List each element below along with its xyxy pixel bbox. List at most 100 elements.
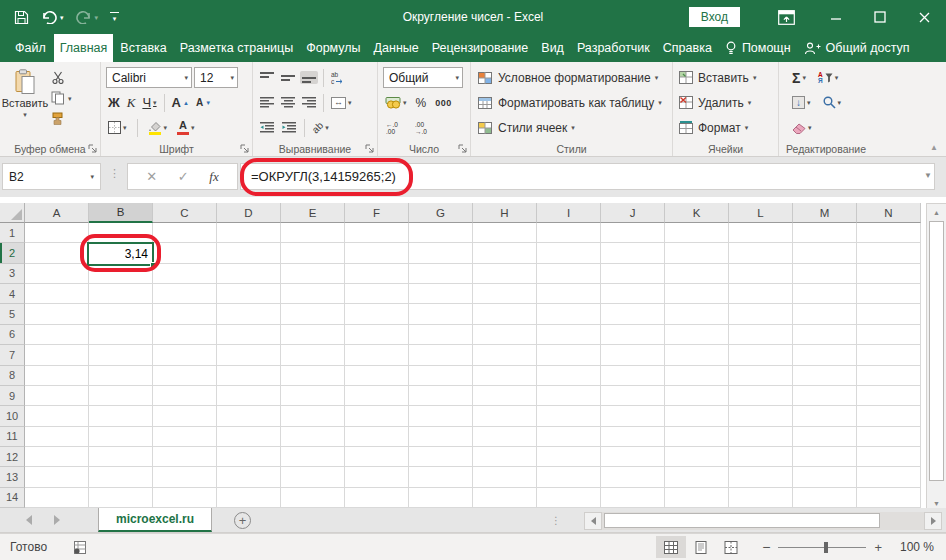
cell-F13[interactable] — [345, 467, 409, 487]
cut-button[interactable] — [49, 70, 74, 85]
paste-button[interactable]: Вставить ▾ — [1, 65, 49, 139]
cell-H5[interactable] — [473, 304, 537, 324]
collapse-ribbon-icon[interactable]: ▲ — [930, 143, 938, 152]
select-all-corner[interactable] — [0, 203, 25, 223]
clear-button[interactable]: ▾ — [790, 121, 814, 135]
cell-C12[interactable] — [153, 447, 217, 467]
cell-M3[interactable] — [793, 264, 857, 284]
cell-H8[interactable] — [473, 366, 537, 386]
zoom-slider[interactable] — [778, 547, 866, 548]
cell-K5[interactable] — [665, 304, 729, 324]
cell-G5[interactable] — [409, 304, 473, 324]
increase-indent-button[interactable] — [280, 121, 299, 134]
column-header-G[interactable]: G — [409, 203, 473, 223]
cell-G13[interactable] — [409, 467, 473, 487]
cancel-formula-icon[interactable]: ✕ — [146, 169, 157, 184]
sheet-tab-active[interactable]: microexcel.ru — [98, 508, 212, 532]
vertical-scrollbar[interactable]: ▲ ▼ — [926, 203, 946, 512]
increase-decimal-button[interactable]: ←.0,00 — [383, 120, 405, 135]
cell-J1[interactable] — [601, 223, 665, 243]
cell-K9[interactable] — [665, 386, 729, 406]
cell-A12[interactable] — [25, 447, 89, 467]
cell-G10[interactable] — [409, 406, 473, 426]
cell-E12[interactable] — [281, 447, 345, 467]
percent-style-button[interactable]: % — [414, 95, 429, 111]
row-header-1[interactable]: 1 — [0, 223, 25, 243]
cell-K13[interactable] — [665, 467, 729, 487]
cell-K11[interactable] — [665, 427, 729, 447]
shrink-font-button[interactable]: А▼ — [194, 97, 213, 109]
cell-K6[interactable] — [665, 325, 729, 345]
cell-L2[interactable] — [729, 243, 793, 263]
cell-N1[interactable] — [857, 223, 921, 243]
decrease-indent-button[interactable] — [258, 121, 277, 134]
accounting-format-button[interactable]: ▾ — [383, 95, 409, 110]
cell-K3[interactable] — [665, 264, 729, 284]
format-as-table-button[interactable]: Форматировать как таблицу▾ — [472, 90, 671, 115]
page-break-view-button[interactable] — [716, 536, 746, 558]
vertical-scrollbar-thumb[interactable] — [929, 221, 944, 481]
tabbar-splitter[interactable]: ⋮ — [551, 515, 561, 526]
italic-button[interactable]: К — [125, 94, 138, 112]
cell-G14[interactable] — [409, 488, 473, 508]
cell-J4[interactable] — [601, 284, 665, 304]
cell-J3[interactable] — [601, 264, 665, 284]
cell-I11[interactable] — [537, 427, 601, 447]
row-header-6[interactable]: 6 — [0, 325, 25, 345]
tab-файл[interactable]: Файл — [8, 34, 53, 62]
horizontal-scrollbar[interactable] — [584, 512, 942, 530]
cell-J2[interactable] — [601, 243, 665, 263]
cell-H12[interactable] — [473, 447, 537, 467]
cell-E3[interactable] — [281, 264, 345, 284]
cell-J11[interactable] — [601, 427, 665, 447]
cell-L6[interactable] — [729, 325, 793, 345]
cell-N4[interactable] — [857, 284, 921, 304]
align-top-button[interactable] — [258, 71, 276, 84]
font-family-select[interactable]: Calibri▾ — [106, 67, 192, 88]
column-header-K[interactable]: K — [665, 203, 729, 223]
cell-M10[interactable] — [793, 406, 857, 426]
cell-B9[interactable] — [89, 386, 153, 406]
cell-B6[interactable] — [89, 325, 153, 345]
row-header-11[interactable]: 11 — [0, 427, 25, 447]
cell-L13[interactable] — [729, 467, 793, 487]
cell-I10[interactable] — [537, 406, 601, 426]
cell-H7[interactable] — [473, 345, 537, 365]
cell-A3[interactable] — [25, 264, 89, 284]
cell-I8[interactable] — [537, 366, 601, 386]
cell-A1[interactable] — [25, 223, 89, 243]
zoom-in-button[interactable]: + — [874, 540, 882, 555]
cell-J13[interactable] — [601, 467, 665, 487]
maximize-button[interactable] — [858, 0, 902, 34]
cell-F1[interactable] — [345, 223, 409, 243]
cell-M4[interactable] — [793, 284, 857, 304]
cell-D7[interactable] — [217, 345, 281, 365]
cell-G8[interactable] — [409, 366, 473, 386]
cell-J7[interactable] — [601, 345, 665, 365]
cell-B4[interactable] — [89, 284, 153, 304]
cell-D12[interactable] — [217, 447, 281, 467]
cell-D6[interactable] — [217, 325, 281, 345]
cell-D5[interactable] — [217, 304, 281, 324]
cell-M12[interactable] — [793, 447, 857, 467]
cell-L3[interactable] — [729, 264, 793, 284]
cell-C2[interactable] — [153, 243, 217, 263]
align-center-button[interactable] — [279, 96, 297, 109]
cell-C1[interactable] — [153, 223, 217, 243]
scroll-left-icon[interactable] — [584, 512, 602, 530]
cell-L7[interactable] — [729, 345, 793, 365]
cell-I7[interactable] — [537, 345, 601, 365]
row-header-2[interactable]: 2 — [0, 243, 25, 263]
cell-I5[interactable] — [537, 304, 601, 324]
cell-C3[interactable] — [153, 264, 217, 284]
cell-C9[interactable] — [153, 386, 217, 406]
cell-G11[interactable] — [409, 427, 473, 447]
cell-M14[interactable] — [793, 488, 857, 508]
column-header-C[interactable]: C — [153, 203, 217, 223]
cell-F3[interactable] — [345, 264, 409, 284]
cell-C14[interactable] — [153, 488, 217, 508]
cell-F7[interactable] — [345, 345, 409, 365]
number-dialog-launcher[interactable] — [458, 144, 467, 153]
cell-G9[interactable] — [409, 386, 473, 406]
cell-E5[interactable] — [281, 304, 345, 324]
